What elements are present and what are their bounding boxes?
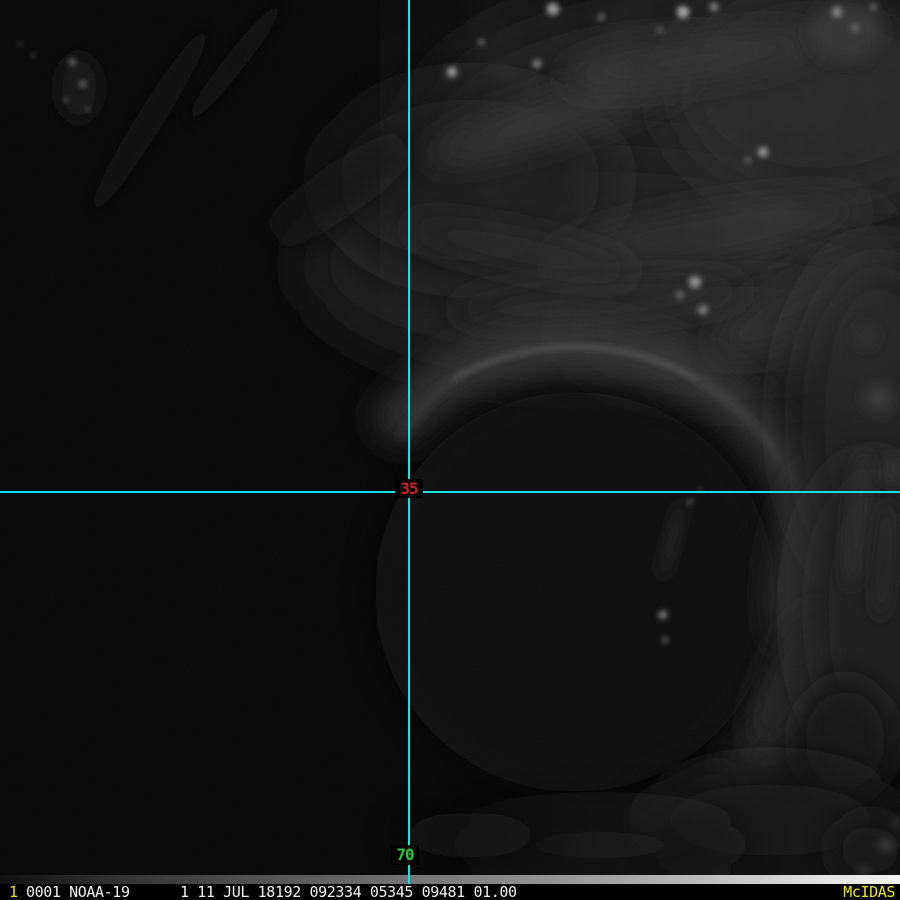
status-bar: 1 0001 NOAA-19 1 11 JUL 18192 092334 053… <box>0 884 900 900</box>
mcidas-window: 35 70 1 0001 NOAA-19 1 11 JUL 18192 0923… <box>0 0 900 900</box>
satellite-image[interactable] <box>0 0 900 900</box>
cloud-mottle-texture <box>380 0 900 380</box>
mcidas-brand-label: McIDAS <box>843 883 895 900</box>
frame-number: 1 <box>9 883 18 900</box>
image-id-label: 0001 NOAA-19 <box>26 883 130 900</box>
latitude-label: 35 <box>395 479 423 498</box>
crosshair-horizontal-line <box>0 491 900 493</box>
latitude-label-text: 35 <box>400 478 418 498</box>
longitude-label: 70 <box>391 845 419 865</box>
crosshair-vertical-line <box>408 0 410 884</box>
image-time-info-label: 1 11 JUL 18192 092334 05345 09481 01.00 <box>180 883 517 900</box>
longitude-label-text: 70 <box>396 845 414 864</box>
